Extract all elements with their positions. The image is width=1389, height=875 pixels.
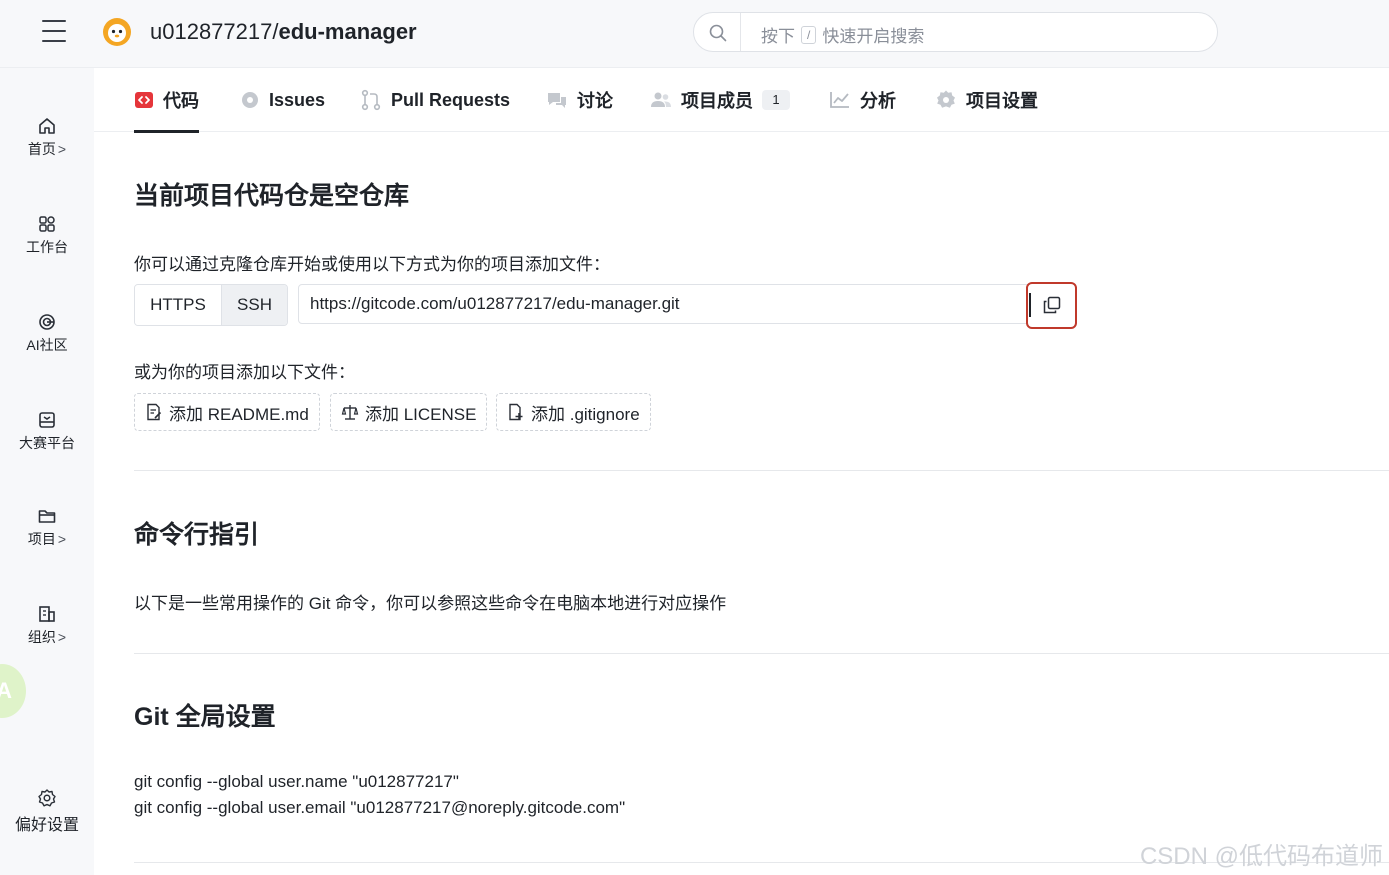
- file-edit-icon: [147, 403, 162, 421]
- tab-settings[interactable]: 项目设置: [935, 68, 1038, 132]
- tab-label: Issues: [269, 89, 326, 110]
- tab-label: Pull Requests: [391, 89, 511, 110]
- repo-name[interactable]: edu-manager: [278, 19, 416, 44]
- tab-analytics[interactable]: 分析: [829, 68, 896, 132]
- search-icon: [709, 24, 727, 42]
- add-readme-button[interactable]: 添加 README.md: [134, 393, 320, 431]
- command-line-title: 命令行指引: [134, 521, 260, 549]
- add-gitignore-button[interactable]: 添加 .gitignore: [496, 393, 651, 431]
- copy-icon: [1043, 296, 1061, 314]
- sidebar-item-label: 首页: [27, 141, 56, 157]
- chart-icon: [830, 92, 849, 108]
- text-cursor: [1029, 293, 1031, 317]
- tab-label: 讨论: [577, 91, 613, 111]
- repo-owner[interactable]: u012877217/: [150, 19, 278, 44]
- tab-discussions[interactable]: 讨论: [546, 68, 613, 132]
- watermark: CSDN @低代码布道师: [1139, 843, 1383, 870]
- section-divider: [134, 653, 1389, 654]
- sidebar-item-label: AI社区: [26, 337, 68, 353]
- members-icon: [651, 92, 671, 107]
- sidebar-item-workbench[interactable]: 工作台: [0, 214, 94, 257]
- empty-repo-intro: 你可以通过克隆仓库开始或使用以下方式为你的项目添加文件：: [134, 255, 610, 274]
- gitcode-logo[interactable]: [101, 16, 133, 48]
- settings-icon: [937, 90, 955, 108]
- menu-icon[interactable]: [42, 20, 66, 44]
- section-divider: [134, 470, 1389, 471]
- search-prefix: 按下: [761, 27, 795, 46]
- search-shortcut-key: /: [801, 25, 817, 44]
- left-sidebar: 首页 > 工作台 AI社区 大赛平台 项目 > 组织 > 偏好设置: [0, 68, 94, 875]
- add-license-label: 添加 LICENSE: [365, 404, 477, 424]
- search-suffix: 快速开启搜索: [822, 27, 925, 46]
- add-license-button[interactable]: 添加 LICENSE: [330, 393, 488, 431]
- sidebar-item-label: 项目: [27, 531, 56, 547]
- copy-url-button[interactable]: [1026, 282, 1077, 329]
- search-divider: [740, 13, 741, 51]
- command-line-desc: 以下是一些常用操作的 Git 命令，你可以参照这些命令在电脑本地进行对应操作: [134, 594, 727, 613]
- ai-icon: [39, 314, 55, 330]
- git-config-email-line: git config --global user.email "u0128772…: [134, 798, 626, 817]
- pull-request-icon: [361, 89, 381, 111]
- tab-issues[interactable]: Issues: [240, 68, 325, 132]
- chevron-right-icon: >: [57, 141, 67, 157]
- search-box[interactable]: 按下 / 快速开启搜索: [693, 12, 1218, 52]
- protocol-toggle: HTTPS SSH: [134, 284, 288, 326]
- tab-label: 代码: [163, 91, 199, 111]
- sidebar-item-ai-community[interactable]: AI社区: [0, 312, 94, 355]
- scale-icon: [341, 405, 359, 420]
- sidebar-item-label: 大赛平台: [19, 435, 75, 451]
- grid-icon: [39, 216, 55, 232]
- git-config-name-line: git config --global user.name "u01287721…: [134, 772, 459, 791]
- git-global-title: Git 全局设置: [134, 703, 276, 731]
- add-readme-label: 添加 README.md: [169, 404, 309, 424]
- sidebar-item-preferences[interactable]: 偏好设置: [0, 788, 94, 835]
- clone-url-input[interactable]: [298, 284, 1028, 324]
- repo-title[interactable]: u012877217/edu-manager: [150, 18, 417, 46]
- add-files-label: 或为你的项目添加以下文件：: [134, 363, 355, 382]
- sidebar-item-label: 偏好设置: [14, 817, 79, 834]
- code-icon: [135, 92, 153, 108]
- chevron-right-icon: >: [57, 531, 67, 547]
- discussion-icon: [548, 93, 566, 108]
- search-placeholder[interactable]: 按下 / 快速开启搜索: [761, 22, 924, 47]
- file-add-icon: [509, 403, 523, 421]
- issue-icon: [242, 92, 258, 108]
- members-count-badge: 1: [762, 90, 790, 110]
- sidebar-item-home[interactable]: 首页 >: [0, 116, 94, 159]
- building-icon: [39, 606, 55, 622]
- chevron-right-icon: >: [57, 629, 67, 645]
- sidebar-item-competition[interactable]: 大赛平台: [0, 410, 94, 453]
- sidebar-item-projects[interactable]: 项目 >: [0, 506, 94, 549]
- tab-label: 分析: [860, 91, 896, 111]
- tab-pull-requests[interactable]: Pull Requests: [360, 68, 510, 132]
- home-icon: [39, 118, 55, 134]
- tab-code[interactable]: 代码: [134, 68, 199, 133]
- tab-label: 项目设置: [966, 91, 1038, 111]
- gear-icon: [38, 789, 56, 807]
- https-button[interactable]: HTTPS: [135, 285, 221, 325]
- repo-tabs: 代码 Issues Pull Requests 讨论 项目成员 1 分析 项目设…: [94, 68, 1389, 133]
- ssh-button[interactable]: SSH: [221, 285, 287, 325]
- sidebar-item-label: 工作台: [26, 239, 68, 255]
- top-header: u012877217/edu-manager 按下 / 快速开启搜索: [0, 0, 1389, 68]
- empty-repo-title: 当前项目代码仓是空仓库: [134, 182, 410, 210]
- sidebar-item-organizations[interactable]: 组织 >: [0, 604, 94, 647]
- add-gitignore-label: 添加 .gitignore: [531, 404, 640, 424]
- trophy-icon: [39, 412, 55, 428]
- folder-icon: [38, 510, 56, 523]
- sidebar-item-label: 组织: [27, 629, 56, 645]
- tab-members[interactable]: 项目成员 1: [650, 68, 790, 132]
- tab-label: 项目成员: [681, 91, 753, 111]
